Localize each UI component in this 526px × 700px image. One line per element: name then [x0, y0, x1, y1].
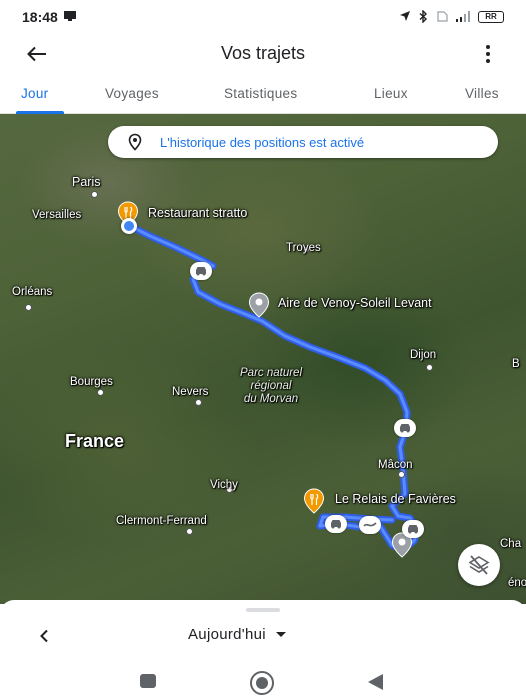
location-history-text: L'historique des positions est activé	[160, 134, 365, 150]
system-back-button[interactable]	[368, 674, 383, 690]
car-icon[interactable]	[402, 520, 424, 538]
recent-apps-button[interactable]	[140, 674, 156, 688]
location-history-banner[interactable]: L'historique des positions est activé	[108, 126, 498, 158]
home-button[interactable]	[250, 671, 274, 695]
app-bar: Vos trajets	[0, 34, 526, 74]
status-bar: 18:48 RR	[0, 0, 526, 34]
car-icon[interactable]	[325, 515, 347, 533]
city-dot	[426, 364, 433, 371]
walking-icon[interactable]	[359, 516, 381, 534]
no-sim-icon	[436, 10, 448, 24]
signal-icon	[456, 10, 470, 24]
city-dot	[97, 389, 104, 396]
tab-bar: Jour Voyages Statistiques Lieux Villes	[0, 74, 526, 114]
map-label-paris: Paris	[72, 175, 101, 189]
map-label-france: France	[65, 431, 125, 451]
car-icon[interactable]	[190, 262, 212, 280]
city-dot	[195, 399, 202, 406]
city-dot	[186, 528, 193, 535]
city-dot	[398, 471, 405, 478]
tab-voyages[interactable]: Voyages	[105, 86, 159, 101]
status-time: 18:48	[22, 9, 58, 25]
map-label-troyes: Troyes	[286, 242, 321, 254]
map-label-edge-eno: éno	[508, 577, 526, 589]
tab-jour[interactable]: Jour	[21, 86, 48, 101]
battery-icon: RR	[478, 11, 504, 23]
map-label-nevers: Nevers	[172, 386, 209, 398]
car-icon[interactable]	[394, 419, 416, 437]
location-arrow-icon	[399, 10, 411, 24]
map-view[interactable]: L'historique des positions est activé Pa…	[0, 114, 526, 604]
chevron-left-icon	[40, 629, 48, 643]
layers-toggle-button[interactable]	[458, 544, 500, 586]
tab-lieux[interactable]: Lieux	[374, 86, 408, 101]
map-label-clermont: Clermont-Ferrand	[116, 515, 207, 527]
more-options-button[interactable]	[478, 42, 498, 66]
map-label-edge-b: B	[512, 358, 520, 370]
bottom-sheet: Aujourd'hui	[0, 600, 526, 666]
restaurant-pin-icon[interactable]	[303, 488, 325, 516]
map-label-relais: Le Relais de Favières	[335, 492, 456, 506]
tab-statistiques[interactable]: Statistiques	[224, 86, 297, 101]
map-label-vichy: Vichy	[210, 479, 238, 491]
map-label-bourges: Bourges	[70, 376, 113, 388]
layers-off-icon	[468, 555, 490, 575]
map-label-restaurant: Restaurant stratto	[148, 206, 248, 220]
more-vert-icon	[486, 45, 490, 49]
system-nav-bar	[0, 666, 526, 700]
city-dot	[91, 191, 98, 198]
map-label-versailles: Versailles	[32, 209, 82, 221]
home-icon	[256, 677, 268, 689]
bluetooth-icon	[419, 8, 428, 25]
date-label: Aujourd'hui	[188, 626, 266, 643]
city-dot	[25, 304, 32, 311]
start-location-dot[interactable]	[121, 218, 137, 234]
location-pin-outline-icon	[128, 133, 142, 151]
page-title: Vos trajets	[220, 43, 306, 63]
location-pin-icon[interactable]	[248, 292, 270, 320]
map-label-macon: Mâcon	[378, 459, 413, 471]
dropdown-arrow-icon	[275, 632, 286, 637]
tab-villes[interactable]: Villes	[465, 86, 499, 101]
screen-cast-icon	[63, 11, 76, 23]
previous-day-button[interactable]	[32, 626, 56, 646]
map-label-edge-cha: Cha	[500, 538, 522, 550]
map-label-aire: Aire de Venoy-Soleil Levant	[278, 296, 432, 310]
map-label-orleans: Orléans	[12, 286, 53, 298]
map-label-park: Parc naturel régional du Morvan	[240, 367, 303, 405]
map-label-dijon: Dijon	[410, 349, 437, 361]
sheet-drag-handle[interactable]	[246, 608, 280, 612]
date-selector[interactable]: Aujourd'hui	[188, 626, 286, 643]
